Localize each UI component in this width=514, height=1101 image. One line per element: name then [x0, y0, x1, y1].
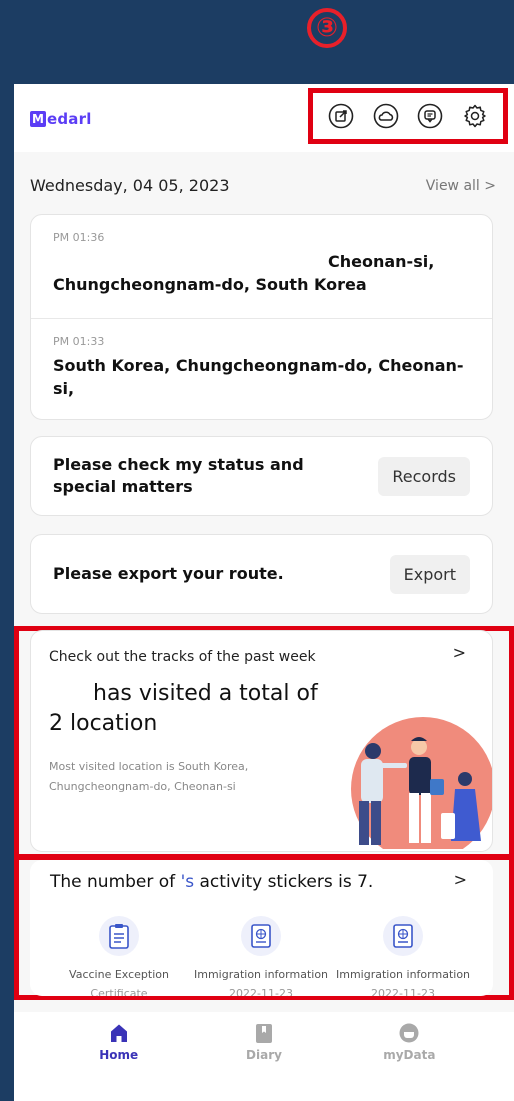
- bottom-navigation: Home Diary myData: [14, 1012, 514, 1101]
- logo-mark: M: [30, 111, 46, 127]
- weekly-tracks-headline: has visited a total of 2 location: [49, 679, 318, 739]
- data-icon: [399, 1023, 419, 1043]
- sticker-sub: 2022-11-23: [371, 987, 435, 996]
- record-place: Cheonan-si, Chungcheongnam-do, South Kor…: [53, 252, 435, 294]
- chevron-right-icon[interactable]: >: [454, 870, 467, 889]
- weekly-tracks-caption: Check out the tracks of the past week: [49, 649, 316, 665]
- view-all-link[interactable]: View all >: [426, 178, 496, 194]
- chevron-right-icon[interactable]: >: [453, 643, 466, 662]
- export-button[interactable]: Export: [389, 554, 470, 594]
- phone-screen: M edarl Wednesday, 04 05, 2023 View all …: [14, 84, 514, 1101]
- nav-home-label: Home: [99, 1048, 139, 1062]
- records-button[interactable]: Records: [378, 456, 470, 496]
- passport-icon: [383, 916, 423, 956]
- sticker-sub: Certificate: [90, 987, 148, 996]
- export-card-text: Please export your route.: [53, 564, 284, 583]
- record-time: PM 01:36: [53, 231, 105, 244]
- sticker-sub: 2022-11-23: [229, 987, 293, 996]
- headline-line-2: 2 location: [49, 711, 158, 736]
- status-card-text: Please check my status and special matte…: [53, 455, 304, 496]
- stickers-title-post: activity stickers is 7.: [194, 872, 374, 892]
- passport-icon: [241, 916, 281, 956]
- home-icon: [110, 1024, 127, 1042]
- screening-illustration: [349, 717, 492, 851]
- headline-line-1: has visited a total of: [93, 681, 318, 706]
- sticker-item[interactable]: Vaccine Exception Certificate: [44, 916, 194, 996]
- status-card: Please check my status and special matte…: [30, 436, 493, 516]
- app-logo: M edarl: [30, 110, 92, 128]
- chat-icon[interactable]: [417, 103, 443, 129]
- record-item[interactable]: PM 01:33 South Korea, Chungcheongnam-do,…: [31, 318, 492, 421]
- stickers-title-accent: 's: [180, 872, 195, 892]
- stickers-title-pre: The number of: [50, 872, 181, 892]
- record-item[interactable]: PM 01:36 Cheonan-si, Chungcheongnam-do, …: [31, 215, 492, 318]
- logo-text: edarl: [47, 110, 92, 128]
- app-bar: M edarl: [14, 84, 514, 152]
- header-actions-highlight: [308, 88, 508, 144]
- export-card: Please export your route. Export: [30, 534, 493, 614]
- gear-icon[interactable]: [462, 103, 488, 129]
- share-icon[interactable]: [328, 103, 354, 129]
- stickers-title: The number of 's activity stickers is 7.: [50, 872, 373, 892]
- sticker-label: Immigration information: [335, 968, 471, 981]
- sticker-label: Vaccine Exception: [69, 968, 169, 981]
- nav-diary[interactable]: Diary: [204, 1012, 324, 1101]
- date-row: Wednesday, 04 05, 2023 View all >: [30, 176, 496, 195]
- nav-mydata-label: myData: [383, 1048, 436, 1062]
- sticker-item[interactable]: Immigration information 2022-11-23: [328, 916, 478, 996]
- sticker-item[interactable]: Immigration information 2022-11-23: [186, 916, 336, 996]
- nav-mydata[interactable]: myData: [349, 1012, 469, 1101]
- record-time: PM 01:33: [53, 335, 105, 348]
- activity-stickers-card[interactable]: The number of 's activity stickers is 7.…: [30, 860, 493, 996]
- cloud-icon[interactable]: [373, 103, 399, 129]
- location-records-card: PM 01:36 Cheonan-si, Chungcheongnam-do, …: [30, 214, 493, 420]
- nav-home[interactable]: Home: [59, 1012, 179, 1101]
- record-place: South Korea, Chungcheongnam-do, Cheonan-…: [53, 356, 464, 398]
- sticker-label: Immigration information: [193, 968, 329, 981]
- current-date: Wednesday, 04 05, 2023: [30, 176, 230, 195]
- most-visited-text: Most visited location is South Korea, Ch…: [49, 760, 249, 793]
- weekly-tracks-card[interactable]: Check out the tracks of the past week > …: [30, 630, 493, 852]
- step-number-badge: ③: [307, 8, 347, 48]
- bookmark-icon: [255, 1024, 272, 1043]
- clipboard-icon: [99, 916, 139, 956]
- nav-diary-label: Diary: [246, 1048, 282, 1062]
